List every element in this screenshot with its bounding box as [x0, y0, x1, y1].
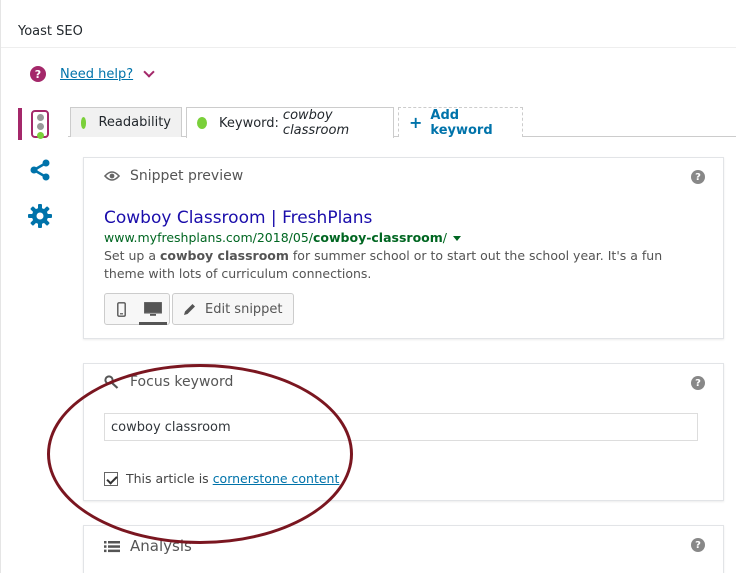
metabox-content: Readability Keyword: cowboy classroom + … [68, 107, 736, 573]
desktop-icon [144, 301, 162, 316]
desktop-preview-button[interactable] [137, 294, 169, 325]
cornerstone-row: This article is cornerstone content [104, 471, 339, 486]
cornerstone-text: This article is [126, 471, 209, 486]
snippet-description: Set up a cowboy classroom for summer sch… [104, 247, 704, 283]
snippet-preview-heading[interactable]: Snippet preview [104, 168, 243, 184]
keyword-tabbar: Readability Keyword: cowboy classroom + … [68, 107, 736, 138]
help-icon: ? [30, 66, 46, 82]
gear-icon[interactable] [27, 203, 53, 229]
analysis-heading[interactable]: Analysis [104, 537, 192, 555]
device-toggle-group [104, 293, 170, 325]
add-keyword-button[interactable]: + Add keyword [398, 107, 523, 138]
snippet-help-icon[interactable]: ? [691, 170, 705, 184]
traffic-light-icon[interactable] [31, 110, 49, 139]
snippet-desc-keyword: cowboy classroom [159, 248, 289, 263]
analysis-title: Analysis [130, 537, 192, 555]
help-row[interactable]: ? Need help? [30, 66, 155, 82]
pencil-icon [184, 304, 195, 315]
eye-icon [104, 171, 120, 181]
mobile-preview-button[interactable] [105, 294, 137, 324]
good-status-dot [81, 116, 87, 129]
yoast-seo-panel: Yoast SEO ? Need help? Readability Keywo… [0, 0, 736, 573]
focus-keyword-box: Focus keyword ? This article is cornerst… [83, 363, 724, 501]
snippet-url-slug: cowboy-classroom [312, 230, 443, 245]
panel-title: Yoast SEO [18, 24, 83, 39]
analysis-box: Analysis ? [83, 525, 724, 573]
snippet-url-tail: / [442, 230, 447, 245]
list-icon [104, 540, 120, 552]
active-tab-indicator [18, 108, 22, 140]
snippet-desc-pre: Set up a [104, 248, 160, 263]
snippet-preview-title: Snippet preview [130, 168, 244, 184]
edit-snippet-label: Edit snippet [205, 301, 283, 317]
key-icon [104, 375, 119, 389]
focus-keyword-help-icon[interactable]: ? [691, 376, 705, 390]
plus-icon: + [409, 113, 423, 132]
mobile-icon [116, 301, 126, 317]
panel-header[interactable]: Yoast SEO [1, 0, 736, 48]
share-icon[interactable] [28, 158, 52, 182]
tab-readability-label: Readability [98, 115, 171, 130]
snippet-url: www.myfreshplans.com/2018/05/cowboy-clas… [104, 230, 461, 245]
focus-keyword-title: Focus keyword [130, 374, 234, 390]
snippet-url-base: www.myfreshplans.com/2018/05/ [104, 230, 313, 245]
snippet-title[interactable]: Cowboy Classroom | FreshPlans [104, 208, 372, 228]
need-help-link[interactable]: Need help? [60, 67, 133, 82]
snippet-preview-box: Snippet preview ? Cowboy Classroom | Fre… [83, 157, 724, 339]
focus-keyword-heading[interactable]: Focus keyword [104, 374, 233, 390]
tab-keyword-prefix: Keyword: [219, 115, 279, 131]
tab-keyword[interactable]: Keyword: cowboy classroom [186, 107, 394, 138]
tab-readability[interactable]: Readability [70, 107, 182, 137]
analysis-help-icon[interactable]: ? [691, 538, 705, 552]
caret-down-icon [453, 236, 461, 241]
focus-keyword-input[interactable] [104, 413, 698, 441]
chevron-down-icon[interactable] [143, 66, 155, 78]
cornerstone-content-link[interactable]: cornerstone content [213, 471, 340, 486]
cornerstone-checkbox[interactable] [104, 471, 118, 486]
add-keyword-label: Add keyword [430, 107, 493, 138]
good-status-dot [197, 117, 208, 129]
edit-snippet-button[interactable]: Edit snippet [172, 293, 294, 325]
tab-keyword-value: cowboy classroom [282, 108, 350, 138]
